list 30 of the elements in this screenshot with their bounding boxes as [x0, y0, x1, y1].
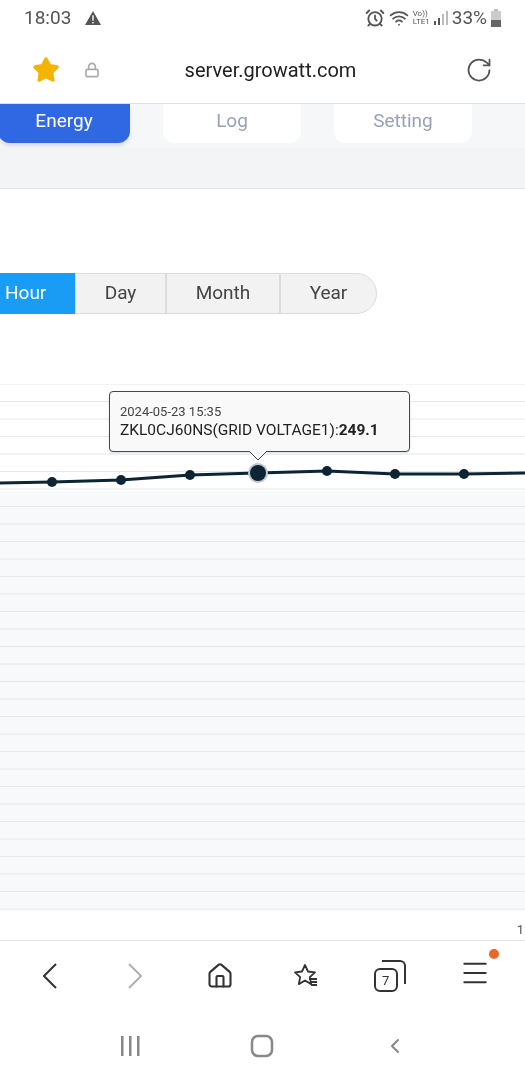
- data-point: [47, 477, 57, 487]
- alarm-icon: [364, 8, 385, 28]
- period-tab[interactable]: Month: [166, 273, 280, 314]
- url-text[interactable]: server.growatt.com: [100, 54, 441, 85]
- home-icon: [206, 962, 235, 990]
- data-point: [322, 466, 332, 476]
- warning-icon: [83, 10, 104, 26]
- highlighted-point: [248, 463, 268, 483]
- lock-icon: [84, 61, 100, 78]
- data-point: [116, 475, 126, 485]
- period-tab[interactable]: Day: [75, 273, 166, 314]
- network-label: Vo)): [412, 10, 429, 18]
- home-key-icon[interactable]: [250, 1033, 275, 1058]
- recent-apps-icon[interactable]: [118, 1033, 143, 1058]
- tab[interactable]: Energy: [0, 104, 130, 143]
- tab-count: 7: [382, 973, 390, 987]
- axis-label: 1: [516, 920, 524, 939]
- clock: 18:03: [24, 4, 72, 31]
- wifi-icon: [388, 8, 409, 28]
- data-point: [390, 469, 400, 479]
- tooltip-value: ZKL0CJ60NS(GRID VOLTAGE1):249.1: [120, 420, 380, 440]
- signal-icon: [433, 11, 448, 25]
- battery-level: 33%: [451, 4, 487, 31]
- network-label: LTE1: [412, 18, 430, 26]
- tooltip-time: 2024-05-23 15:35: [120, 404, 223, 420]
- data-point: [459, 469, 469, 479]
- period-tab[interactable]: Year: [280, 273, 377, 314]
- battery-icon: [491, 9, 501, 27]
- data-point: [185, 470, 195, 480]
- bookmark-star-icon[interactable]: [32, 55, 60, 84]
